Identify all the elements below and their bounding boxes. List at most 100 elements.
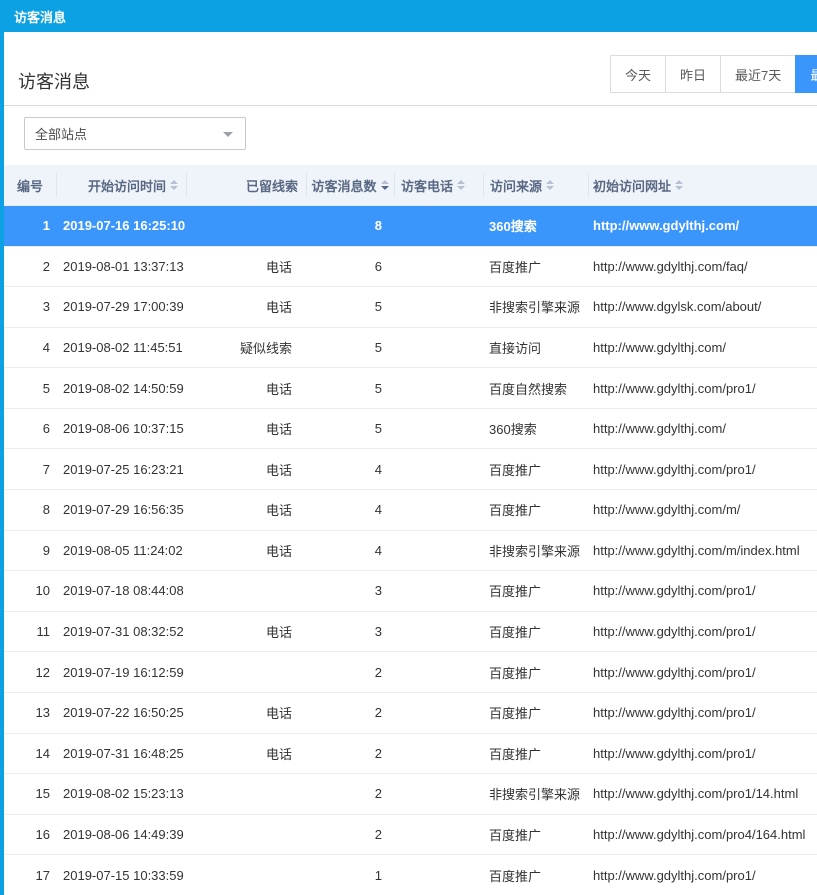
- cell-clue: [186, 652, 306, 692]
- cell-phone: [394, 206, 483, 246]
- cell-phone: [394, 449, 483, 489]
- table-header-row: 编号开始访问时间已留线索访客消息数访客电话访问来源初始访问网址: [4, 165, 817, 205]
- table-row[interactable]: 32019-07-29 17:00:39电话5非搜索引擎来源http://www…: [4, 286, 817, 327]
- cell-time: 2019-07-15 10:33:59: [56, 855, 186, 895]
- table-row[interactable]: 142019-07-31 16:48:25电话2百度推广http://www.g…: [4, 733, 817, 774]
- table-row[interactable]: 22019-08-01 13:37:13电话6百度推广http://www.gd…: [4, 246, 817, 287]
- column-header-4[interactable]: 访客电话: [394, 165, 483, 205]
- sort-icon: [675, 180, 683, 190]
- cell-url: http://www.gdylthj.com/pro1/: [588, 652, 817, 692]
- sort-icon: [457, 180, 465, 190]
- cell-url: http://www.gdylthj.com/pro4/164.html: [588, 815, 817, 855]
- table-row[interactable]: 122019-07-19 16:12:592百度推广http://www.gdy…: [4, 651, 817, 692]
- table-row[interactable]: 92019-08-05 11:24:02电话4非搜索引擎来源http://www…: [4, 530, 817, 571]
- page-title: 访客消息: [18, 68, 90, 94]
- range-button-1[interactable]: 昨日: [665, 55, 721, 93]
- cell-time: 2019-07-29 16:56:35: [56, 490, 186, 530]
- cell-no: 13: [4, 693, 56, 733]
- cell-messages: 5: [306, 287, 394, 327]
- cell-phone: [394, 612, 483, 652]
- cell-url: http://www.gdylthj.com/faq/: [588, 247, 817, 287]
- cell-clue: 电话: [186, 490, 306, 530]
- cell-time: 2019-07-16 16:25:10: [56, 206, 186, 246]
- cell-no: 1: [4, 206, 56, 246]
- cell-source: 百度推广: [483, 247, 588, 287]
- cell-messages: 3: [306, 612, 394, 652]
- main-panel: 访客消息 今天昨日最近7天最近30天 全部站点 编号开始访问时间已留线索访客消息…: [0, 32, 817, 895]
- cell-time: 2019-07-29 17:00:39: [56, 287, 186, 327]
- table-row[interactable]: 12019-07-16 16:25:108360搜索http://www.gdy…: [4, 205, 817, 246]
- top-bar: 访客消息: [0, 0, 817, 32]
- table-row[interactable]: 162019-08-06 14:49:392百度推广http://www.gdy…: [4, 814, 817, 855]
- table-row[interactable]: 152019-08-02 15:23:132非搜索引擎来源http://www.…: [4, 773, 817, 814]
- cell-phone: [394, 734, 483, 774]
- table-row[interactable]: 102019-07-18 08:44:083百度推广http://www.gdy…: [4, 570, 817, 611]
- column-header-3[interactable]: 访客消息数: [306, 165, 394, 205]
- table-row[interactable]: 172019-07-15 10:33:591百度推广http://www.gdy…: [4, 854, 817, 895]
- range-button-3[interactable]: 最近30天: [795, 55, 817, 93]
- cell-no: 2: [4, 247, 56, 287]
- cell-url: http://www.gdylthj.com/: [588, 206, 817, 246]
- range-button-0[interactable]: 今天: [610, 55, 666, 93]
- column-header-5[interactable]: 访问来源: [483, 165, 588, 205]
- cell-source: 百度推广: [483, 693, 588, 733]
- cell-source: 直接访问: [483, 328, 588, 368]
- cell-phone: [394, 490, 483, 530]
- table-body: 12019-07-16 16:25:108360搜索http://www.gdy…: [4, 205, 817, 895]
- cell-messages: 5: [306, 368, 394, 408]
- cell-time: 2019-07-18 08:44:08: [56, 571, 186, 611]
- cell-source: 百度推广: [483, 490, 588, 530]
- cell-messages: 2: [306, 774, 394, 814]
- column-header-6[interactable]: 初始访问网址: [588, 165, 817, 205]
- cell-url: http://www.gdylthj.com/pro1/: [588, 855, 817, 895]
- cell-phone: [394, 774, 483, 814]
- cell-url: http://www.gdylthj.com/pro1/: [588, 693, 817, 733]
- table-row[interactable]: 72019-07-25 16:23:21电话4百度推广http://www.gd…: [4, 448, 817, 489]
- cell-time: 2019-08-05 11:24:02: [56, 531, 186, 571]
- table-row[interactable]: 62019-08-06 10:37:15电话5360搜索http://www.g…: [4, 408, 817, 449]
- range-button-2[interactable]: 最近7天: [720, 55, 796, 93]
- cell-no: 15: [4, 774, 56, 814]
- filter-section: 全部站点: [4, 106, 817, 165]
- cell-messages: 4: [306, 449, 394, 489]
- table-row[interactable]: 82019-07-29 16:56:35电话4百度推广http://www.gd…: [4, 489, 817, 530]
- table-row[interactable]: 52019-08-02 14:50:59电话5百度自然搜索http://www.…: [4, 367, 817, 408]
- cell-no: 4: [4, 328, 56, 368]
- site-select-dropdown[interactable]: 全部站点: [24, 117, 246, 150]
- cell-messages: 2: [306, 734, 394, 774]
- sort-icon: [381, 180, 389, 190]
- cell-messages: 6: [306, 247, 394, 287]
- cell-messages: 4: [306, 490, 394, 530]
- cell-no: 8: [4, 490, 56, 530]
- cell-time: 2019-08-06 14:49:39: [56, 815, 186, 855]
- cell-clue: 电话: [186, 449, 306, 489]
- cell-source: 百度推广: [483, 855, 588, 895]
- cell-phone: [394, 368, 483, 408]
- cell-no: 5: [4, 368, 56, 408]
- cell-time: 2019-08-02 15:23:13: [56, 774, 186, 814]
- cell-phone: [394, 855, 483, 895]
- cell-clue: [186, 571, 306, 611]
- cell-source: 非搜索引擎来源: [483, 531, 588, 571]
- cell-clue: 电话: [186, 531, 306, 571]
- cell-no: 11: [4, 612, 56, 652]
- table-row[interactable]: 42019-08-02 11:45:51疑似线索5直接访问http://www.…: [4, 327, 817, 368]
- column-header-0: 编号: [4, 165, 56, 205]
- cell-messages: 2: [306, 815, 394, 855]
- cell-phone: [394, 409, 483, 449]
- title-section: 访客消息 今天昨日最近7天最近30天: [4, 32, 817, 106]
- cell-messages: 2: [306, 652, 394, 692]
- column-header-1[interactable]: 开始访问时间: [56, 165, 186, 205]
- cell-url: http://www.gdylthj.com/pro1/: [588, 571, 817, 611]
- cell-clue: 电话: [186, 368, 306, 408]
- table-row[interactable]: 132019-07-22 16:50:25电话2百度推广http://www.g…: [4, 692, 817, 733]
- cell-phone: [394, 815, 483, 855]
- cell-phone: [394, 328, 483, 368]
- cell-url: http://www.gdylthj.com/pro1/: [588, 734, 817, 774]
- cell-url: http://www.gdylthj.com/: [588, 328, 817, 368]
- table-row[interactable]: 112019-07-31 08:32:52电话3百度推广http://www.g…: [4, 611, 817, 652]
- cell-source: 百度推广: [483, 612, 588, 652]
- cell-no: 12: [4, 652, 56, 692]
- cell-clue: [186, 206, 306, 246]
- column-header-label: 访问来源: [490, 176, 542, 195]
